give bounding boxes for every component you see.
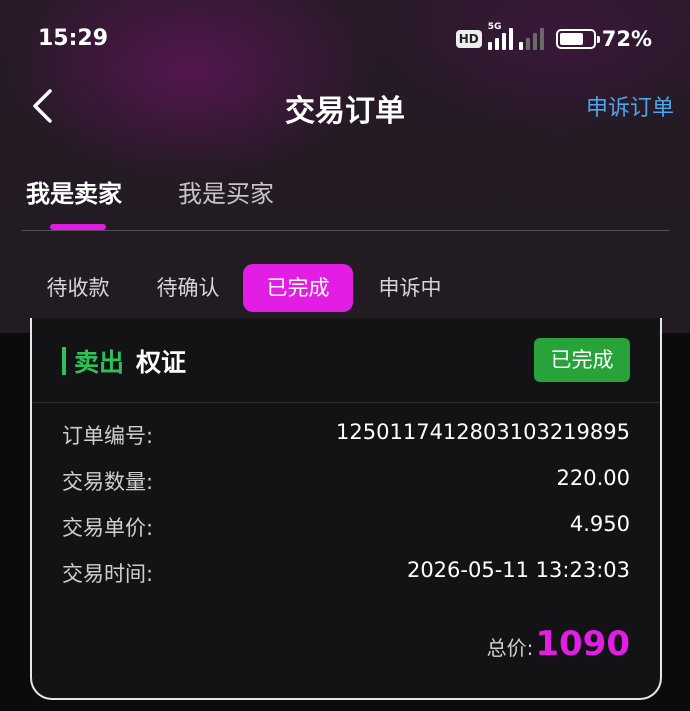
order-card-header: 卖出 权证 xyxy=(62,336,186,386)
order-asset: 权证 xyxy=(136,348,187,377)
tab-seller[interactable]: 我是卖家 xyxy=(26,174,122,209)
order-card[interactable]: 卖出 权证 已完成 订单编号: 1250117412803103219895 交… xyxy=(30,318,662,700)
total-price-row: 总价: 1090 xyxy=(487,624,630,664)
card-divider xyxy=(32,402,660,403)
order-side: 卖出 xyxy=(74,348,125,377)
quantity-row: 交易数量: 220.00 xyxy=(62,466,630,500)
tab-pending-payment[interactable]: 待收款 xyxy=(30,264,126,312)
signal-5g-icon: 5G xyxy=(487,22,513,50)
hd-icon: HD xyxy=(455,30,482,48)
field-label: 交易数量: xyxy=(62,470,154,494)
status-time: 15:29 xyxy=(38,26,109,51)
order-number-row: 订单编号: 1250117412803103219895 xyxy=(62,420,630,454)
status-bar: 15:29 HD 5G 72% xyxy=(0,0,690,80)
battery-icon xyxy=(555,29,600,49)
status-tabs: 待收款 待确认 已完成 申诉中 xyxy=(0,264,690,312)
status-icons: HD 5G 72% xyxy=(455,22,652,54)
network-type-label: 5G xyxy=(487,22,502,32)
battery-percent: 72% xyxy=(601,27,652,51)
signal-secondary-icon xyxy=(518,28,544,50)
role-tabs: 我是卖家 我是买家 xyxy=(0,168,690,232)
tab-in-appeal[interactable]: 申诉中 xyxy=(362,264,458,312)
unit-price-value: 4.950 xyxy=(569,512,630,536)
total-price-value: 1090 xyxy=(535,624,630,664)
appeal-order-link[interactable]: 申诉订单 xyxy=(586,90,674,122)
tab-completed[interactable]: 已完成 xyxy=(243,264,353,312)
trade-time-value: 2026-05-11 13:23:03 xyxy=(406,558,630,582)
field-label: 订单编号: xyxy=(62,424,154,448)
order-number-value: 1250117412803103219895 xyxy=(336,420,630,444)
status-badge: 已完成 xyxy=(534,338,630,382)
nav-bar: 交易订单 申诉订单 xyxy=(0,78,690,134)
sell-indicator-bar xyxy=(62,347,66,375)
tab-pending-confirm[interactable]: 待确认 xyxy=(140,264,236,312)
tab-buyer[interactable]: 我是买家 xyxy=(178,174,274,209)
field-label: 交易时间: xyxy=(62,562,154,586)
unit-price-row: 交易单价: 4.950 xyxy=(62,512,630,546)
quantity-value: 220.00 xyxy=(556,466,630,490)
total-price-label: 总价: xyxy=(486,636,534,660)
tabs-divider xyxy=(22,230,670,231)
trade-time-row: 交易时间: 2026-05-11 13:23:03 xyxy=(62,558,630,592)
field-label: 交易单价: xyxy=(62,516,154,540)
